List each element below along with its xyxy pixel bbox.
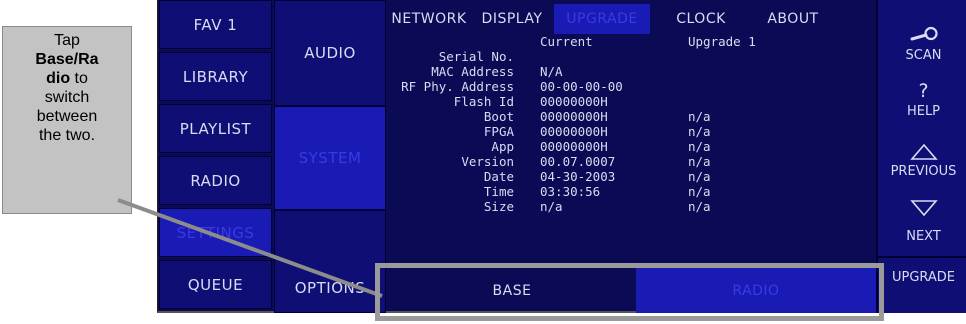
- info-row: Time 03:30:56 n/a: [388, 184, 876, 200]
- scan-button[interactable]: SCAN: [878, 24, 966, 63]
- tab-about[interactable]: ABOUT: [752, 4, 834, 34]
- action-column: SCAN ? HELP PREVIOUS NEXT UPGRADE: [876, 0, 966, 313]
- info-label: RF Phy. Address: [401, 79, 514, 94]
- callout-bold-1: Base/Ra: [35, 51, 99, 68]
- info-label: Date: [483, 169, 514, 184]
- tab-network[interactable]: NETWORK: [388, 4, 470, 34]
- nav-fav1-button[interactable]: FAV 1: [159, 0, 272, 49]
- info-upgrade: n/a: [688, 184, 711, 199]
- scan-label: SCAN: [905, 48, 942, 63]
- info-upgrade: n/a: [688, 139, 711, 154]
- info-current: 00000000H: [540, 139, 608, 154]
- previous-label: PREVIOUS: [890, 164, 957, 179]
- tab-upgrade[interactable]: UPGRADE: [554, 4, 650, 34]
- info-current: 00.07.0007: [540, 154, 616, 169]
- triangle-up-icon: [909, 143, 938, 160]
- info-upgrade: n/a: [688, 124, 711, 139]
- info-current: 00000000H: [540, 124, 608, 139]
- settings-tabs: NETWORK DISPLAY UPGRADE CLOCK ABOUT: [388, 0, 876, 34]
- info-current: 00-00-00-00: [540, 79, 623, 94]
- info-row: MAC Address N/A: [388, 64, 876, 80]
- tab-display[interactable]: DISPLAY: [470, 4, 554, 34]
- info-current: 00000000H: [540, 109, 608, 124]
- base-radio-highlight-frame: [375, 263, 884, 321]
- info-row: Boot 00000000H n/a: [388, 109, 876, 125]
- next-label: NEXT: [906, 229, 941, 244]
- info-current: 03:30:56: [540, 184, 601, 199]
- info-header-row: Current Upgrade 1: [388, 34, 876, 50]
- info-label: Version: [461, 154, 514, 169]
- info-upgrade: n/a: [688, 109, 711, 124]
- callout-line-two: the two.: [38, 127, 96, 144]
- info-upgrade: n/a: [688, 199, 711, 214]
- secondary-nav: AUDIO SYSTEM OPTIONS: [274, 0, 386, 313]
- nav-playlist-button[interactable]: PLAYLIST: [159, 104, 272, 153]
- info-label: Flash Id: [453, 94, 514, 109]
- info-label: MAC Address: [431, 64, 514, 79]
- instruction-callout: Tap Base/Ra dio to switch between the tw…: [2, 26, 132, 214]
- previous-button[interactable]: PREVIOUS: [878, 142, 966, 179]
- next-button[interactable]: NEXT: [878, 198, 966, 244]
- scan-icon: [910, 26, 938, 41]
- info-row: RF Phy. Address 00-00-00-00: [388, 79, 876, 95]
- info-upgrade: n/a: [688, 169, 711, 184]
- info-label: Size: [483, 199, 514, 214]
- info-label: FPGA: [483, 124, 514, 139]
- tab-clock[interactable]: CLOCK: [650, 4, 752, 34]
- info-row: App 00000000H n/a: [388, 139, 876, 155]
- nav-library-button[interactable]: LIBRARY: [159, 52, 272, 101]
- info-current: N/A: [540, 64, 563, 79]
- info-row: Date 04-30-2003 n/a: [388, 169, 876, 185]
- info-row: Size n/a n/a: [388, 199, 876, 215]
- nav-system-button[interactable]: SYSTEM: [274, 106, 386, 210]
- nav-queue-button[interactable]: QUEUE: [159, 260, 272, 309]
- nav-radio-button[interactable]: RADIO: [159, 156, 272, 205]
- column-current-header: Current: [540, 34, 593, 49]
- info-row: Serial No.: [388, 49, 876, 65]
- info-current: 00000000H: [540, 94, 608, 109]
- info-upgrade: n/a: [688, 154, 711, 169]
- triangle-down-icon: [909, 200, 938, 217]
- info-row: FPGA 00000000H n/a: [388, 124, 876, 140]
- help-icon: ?: [918, 80, 929, 102]
- info-label: App: [491, 139, 514, 154]
- info-current: n/a: [540, 199, 563, 214]
- info-label: Time: [483, 184, 514, 199]
- callout-bold-2: dio: [46, 70, 71, 87]
- info-row: Flash Id 00000000H: [388, 94, 876, 110]
- help-label: HELP: [906, 104, 941, 119]
- callout-line-to: to: [70, 70, 88, 87]
- nav-options-button[interactable]: OPTIONS: [274, 210, 386, 313]
- firmware-info-panel: Current Upgrade 1 Serial No. MAC Address…: [388, 34, 876, 262]
- info-label: Serial No.: [438, 49, 514, 64]
- info-current: 04-30-2003: [540, 169, 616, 184]
- nav-audio-button[interactable]: AUDIO: [274, 0, 386, 106]
- nav-settings-button[interactable]: SETTINGS: [159, 208, 272, 257]
- callout-line-tap: Tap: [54, 32, 80, 49]
- callout-line-between: between: [36, 108, 98, 125]
- help-button[interactable]: ? HELP: [878, 80, 966, 119]
- callout-line-switch: switch: [44, 89, 90, 106]
- info-row: Version 00.07.0007 n/a: [388, 154, 876, 170]
- upgrade-label: UPGRADE: [891, 270, 956, 285]
- info-label: Boot: [483, 109, 514, 124]
- column-upgrade-header: Upgrade 1: [688, 34, 756, 49]
- upgrade-button[interactable]: UPGRADE: [878, 270, 966, 285]
- divider: [878, 256, 966, 258]
